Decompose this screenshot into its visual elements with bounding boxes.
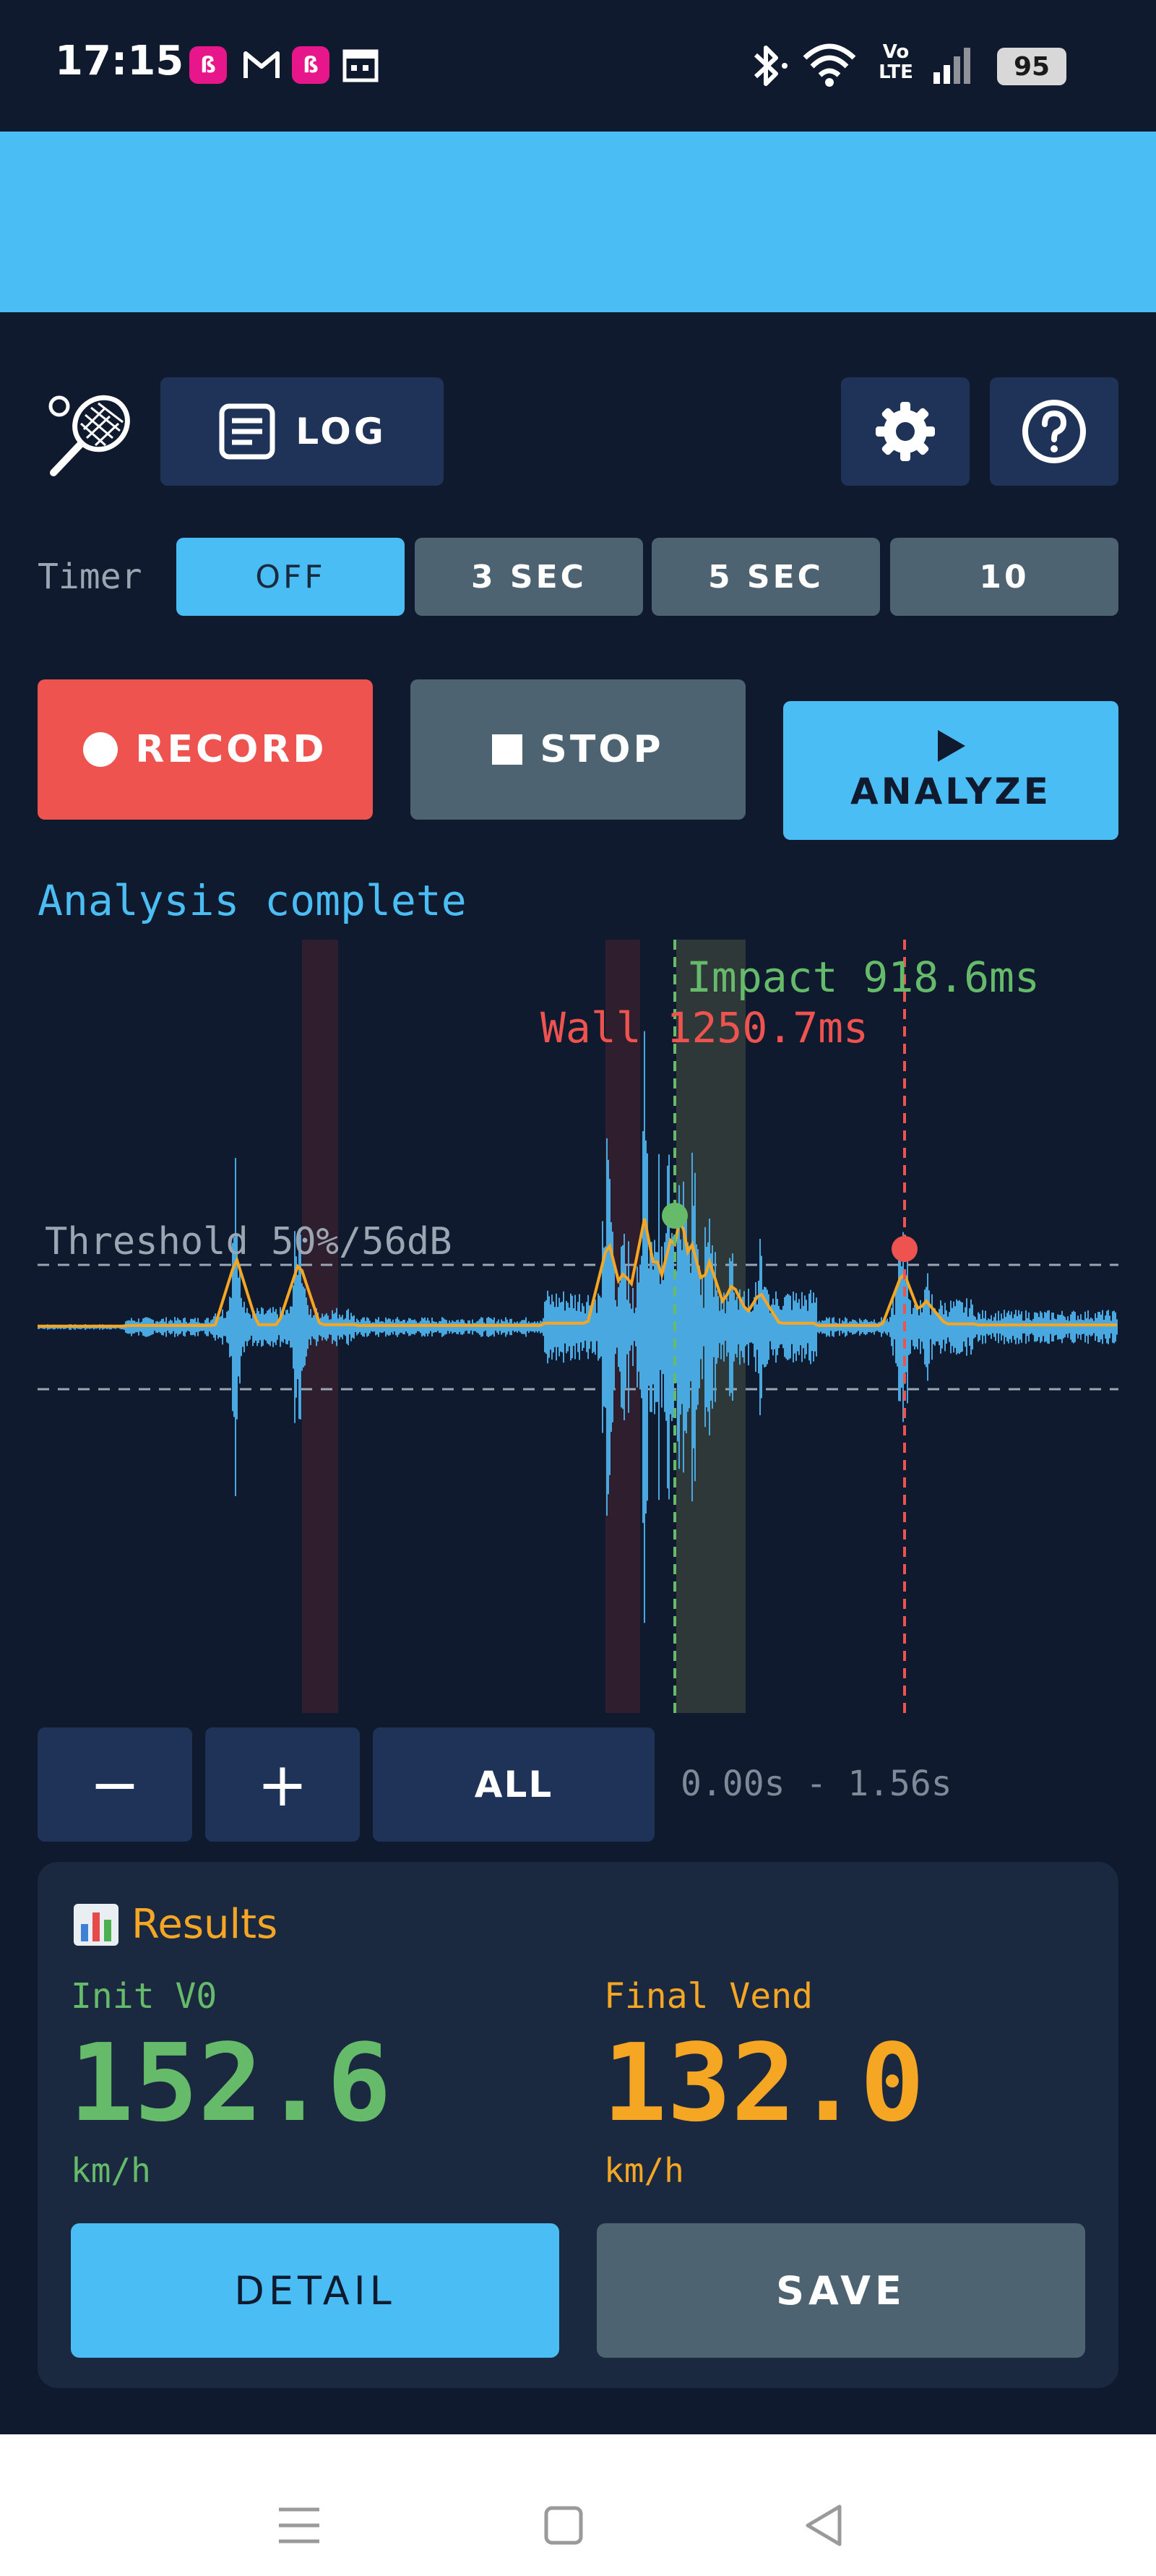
results-header: Results — [72, 1901, 277, 1948]
system-nav-bar — [0, 2434, 1156, 2576]
record-label: RECORD — [135, 728, 327, 771]
zoom-all-button[interactable]: ALL — [373, 1727, 655, 1842]
volte-icon: Vo LTE — [879, 41, 913, 83]
analyze-button[interactable]: ANALYZE — [783, 701, 1118, 840]
help-button[interactable] — [990, 377, 1118, 486]
time-range-text: 0.00s - 1.56s — [681, 1764, 952, 1804]
status-bar: 17:15 ß ß Vo LTE 95 — [0, 0, 1156, 132]
stop-square-icon — [492, 734, 523, 765]
impact-marker-dot — [662, 1203, 688, 1229]
timer-label: Timer — [38, 557, 142, 597]
question-icon — [1020, 398, 1088, 465]
init-v0-value: 152.6 — [69, 2021, 392, 2145]
timer-option-10[interactable]: 10 — [890, 538, 1118, 616]
zoom-in-button[interactable]: + — [205, 1727, 360, 1842]
gmail-icon — [241, 45, 282, 88]
menu-icon[interactable] — [277, 2505, 321, 2549]
bluetooth-icon — [747, 40, 790, 94]
detail-button[interactable]: DETAIL — [71, 2223, 559, 2358]
waveform-path — [37, 1031, 1118, 1623]
zoom-out-button[interactable]: − — [38, 1727, 192, 1842]
calendar-icon — [342, 48, 379, 85]
wall-marker-dot — [892, 1236, 918, 1262]
wall-label: Wall 1250.7ms — [540, 1003, 868, 1052]
impact-label: Impact 918.6ms — [686, 953, 1040, 1002]
app-bar — [0, 132, 1156, 312]
home-icon[interactable] — [543, 2505, 584, 2549]
final-vend-label: Final Vend — [604, 1976, 813, 2017]
gear-icon — [873, 399, 938, 464]
record-dot-icon — [83, 732, 118, 767]
wifi-icon — [801, 39, 858, 93]
log-button[interactable]: LOG — [160, 377, 444, 486]
status-time: 17:15 — [55, 38, 184, 85]
timer-option-5sec[interactable]: 5 SEC — [652, 538, 880, 616]
analysis-status: Analysis complete — [38, 876, 467, 925]
record-button[interactable]: RECORD — [38, 679, 373, 820]
final-vend-value: 132.0 — [603, 2021, 925, 2145]
timer-option-off[interactable]: OFF — [176, 538, 405, 616]
play-icon — [935, 729, 967, 763]
save-button[interactable]: SAVE — [597, 2223, 1085, 2358]
document-icon — [217, 402, 277, 461]
battery-icon: 95 — [997, 48, 1066, 85]
waveform-chart[interactable]: Impact 918.6ms Wall 1250.7ms Threshold 5… — [37, 940, 1118, 1713]
bar-chart-icon — [72, 1902, 120, 1947]
init-v0-label: Init V0 — [71, 1976, 217, 2017]
results-card: Results Init V0 152.6 km/h Final Vend 13… — [38, 1862, 1118, 2388]
analyze-label: ANALYZE — [850, 770, 1051, 812]
signal-icon — [931, 43, 974, 90]
stop-button[interactable]: STOP — [410, 679, 746, 820]
back-icon[interactable] — [803, 2504, 844, 2550]
waveform-trace — [37, 1031, 1118, 1623]
timer-option-3sec[interactable]: 3 SEC — [415, 538, 643, 616]
notification-app-icon: ß — [292, 46, 329, 84]
notification-app-icon: ß — [189, 46, 227, 84]
results-title: Results — [131, 1901, 278, 1948]
stop-label: STOP — [540, 728, 664, 771]
init-v0-unit: km/h — [71, 2151, 151, 2190]
log-label: LOG — [296, 411, 387, 452]
final-vend-unit: km/h — [604, 2151, 684, 2190]
tennis-racket-icon — [43, 387, 142, 484]
settings-button[interactable] — [841, 377, 970, 486]
waveform-svg — [37, 940, 1118, 1713]
threshold-label: Threshold 50%/56dB — [45, 1220, 452, 1263]
